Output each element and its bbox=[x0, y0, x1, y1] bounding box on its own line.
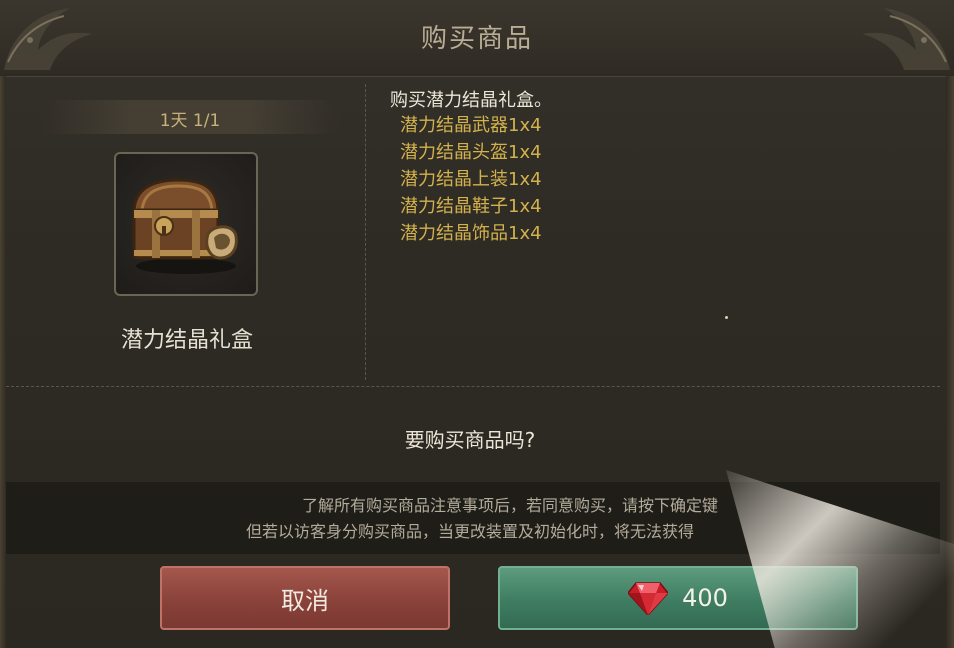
dialog-title-bar: 购买商品 bbox=[0, 0, 954, 77]
item-icon-frame bbox=[114, 152, 258, 296]
contents-list: 潜力结晶武器1x4 潜力结晶头盔1x4 潜力结晶上装1x4 潜力结晶鞋子1x4 … bbox=[400, 112, 542, 247]
purchase-limit: 1天 1/1 bbox=[159, 111, 221, 131]
ruby-icon bbox=[628, 582, 669, 615]
contents-item: 潜力结晶头盔1x4 bbox=[400, 142, 542, 163]
sparkle-decoration bbox=[725, 316, 728, 319]
item-name: 潜力结晶礼盒 bbox=[120, 328, 253, 353]
contents-item: 潜力结晶上装1x4 bbox=[400, 169, 542, 190]
contents-item: 潜力结晶鞋子1x4 bbox=[400, 196, 542, 217]
cancel-button-label: 取消 bbox=[281, 586, 329, 615]
frame-right-border bbox=[946, 76, 954, 648]
contents-item: 潜力结晶武器1x4 bbox=[400, 115, 542, 136]
price-value: 400 bbox=[682, 584, 728, 612]
buy-button[interactable]: 400 bbox=[498, 566, 858, 630]
purchase-limit-band: 1天 1/1 bbox=[40, 100, 340, 134]
dialog-title: 购买商品 bbox=[420, 24, 533, 54]
contents-item: 潜力结晶饰品1x4 bbox=[400, 223, 542, 244]
notice-line-2: 但若以访客身分购买商品，当更改装置及初始化时，将无法获得 bbox=[245, 522, 694, 541]
treasure-chest-icon bbox=[132, 178, 238, 274]
vertical-divider bbox=[365, 84, 366, 380]
horizontal-divider bbox=[6, 386, 940, 387]
confirm-question: 要购买商品吗? bbox=[404, 428, 536, 452]
dragon-ornament-right-icon bbox=[862, 8, 950, 70]
cancel-button[interactable]: 取消 bbox=[160, 566, 450, 630]
notice-line-1: 了解所有购买商品注意事项后，若同意购买，请按下确定键 bbox=[301, 496, 718, 515]
description-heading: 购买潜力结晶礼盒。 bbox=[390, 90, 552, 111]
frame-left-border bbox=[0, 76, 6, 648]
purchase-dialog: 购买商品 1天 1/1 潜力结晶礼盒 购买潜力结晶礼盒。 潜力结晶武器1x4 潜… bbox=[0, 0, 954, 648]
